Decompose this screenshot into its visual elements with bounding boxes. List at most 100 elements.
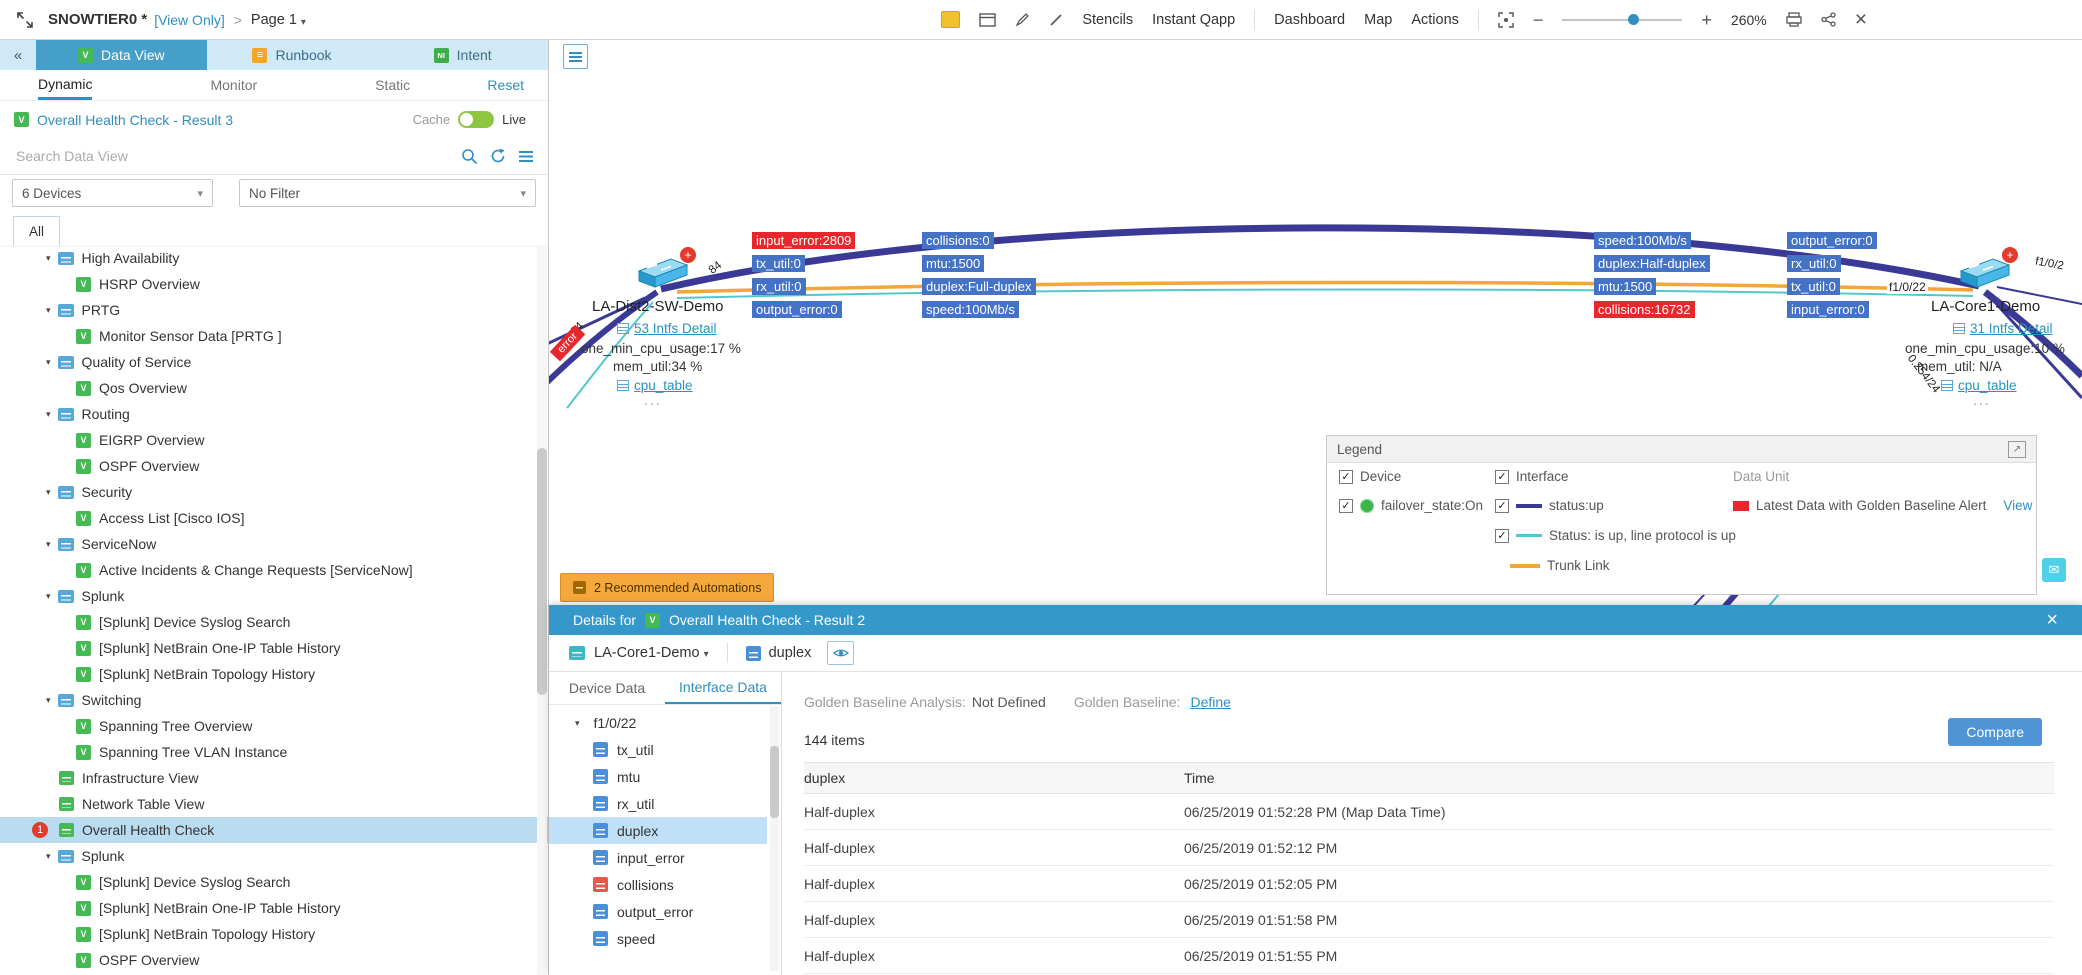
interface-variable[interactable]: mtu bbox=[549, 763, 767, 790]
checkbox-checked-icon[interactable] bbox=[1495, 529, 1509, 543]
tree-item[interactable]: Security bbox=[0, 479, 548, 505]
table-row[interactable]: Half-duplex06/25/2019 01:51:58 PM bbox=[804, 902, 2054, 938]
tree-item[interactable]: EIGRP Overview bbox=[0, 427, 548, 453]
interface-variable[interactable]: collisions bbox=[549, 871, 767, 898]
cpu-table-link[interactable]: cpu_table bbox=[617, 378, 693, 393]
zoom-out-button[interactable]: − bbox=[1533, 11, 1544, 29]
tab-interface-data[interactable]: Interface Data bbox=[665, 672, 781, 704]
interface-variable[interactable]: rx_util bbox=[549, 790, 767, 817]
checkbox-checked-icon[interactable] bbox=[1495, 470, 1509, 484]
subtab-monitor[interactable]: Monitor bbox=[210, 70, 257, 100]
expand-arrow-icon[interactable] bbox=[46, 409, 51, 420]
draw-line-icon[interactable] bbox=[1049, 13, 1063, 27]
tree-item[interactable]: Active Incidents & Change Requests [Serv… bbox=[0, 557, 548, 583]
link-data-label[interactable]: tx_util:0 bbox=[1787, 278, 1840, 295]
pencil-icon[interactable] bbox=[1015, 12, 1030, 27]
tree-item[interactable]: 1Overall Health Check bbox=[0, 817, 548, 843]
interface-port-label[interactable]: f1/0/22 bbox=[1887, 280, 1928, 294]
menu-map[interactable]: Map bbox=[1364, 12, 1392, 28]
more-options[interactable]: ... bbox=[1973, 392, 1991, 408]
legend-expand-icon[interactable] bbox=[2008, 441, 2026, 458]
interface-variable[interactable]: speed bbox=[549, 925, 767, 952]
zoom-in-button[interactable]: + bbox=[1701, 11, 1712, 29]
menu-stencils[interactable]: Stencils bbox=[1082, 12, 1133, 28]
link-data-label[interactable]: input_error:2809 bbox=[752, 232, 855, 249]
interface-variable[interactable]: tx_util bbox=[549, 736, 767, 763]
tab-runbook[interactable]: Runbook bbox=[207, 40, 378, 70]
expand-arrow-icon[interactable] bbox=[46, 253, 51, 264]
tree-item[interactable]: ServiceNow bbox=[0, 531, 548, 557]
link-data-label[interactable]: collisions:16732 bbox=[1594, 301, 1695, 318]
legend-status-up-item[interactable]: status:up bbox=[1495, 498, 1604, 513]
expand-arrow-icon[interactable] bbox=[46, 487, 51, 498]
tree-item[interactable]: [Splunk] NetBrain Topology History bbox=[0, 921, 548, 947]
devices-dropdown[interactable]: 6 Devices bbox=[12, 179, 213, 207]
subtab-static[interactable]: Static bbox=[375, 70, 410, 100]
link-data-label[interactable]: duplex:Half-duplex bbox=[1594, 255, 1710, 272]
tree-item[interactable]: [Splunk] Device Syslog Search bbox=[0, 869, 548, 895]
cpu-table-link[interactable]: cpu_table bbox=[1941, 378, 2017, 393]
tree-item[interactable]: High Availability bbox=[0, 245, 548, 271]
intfs-detail-link[interactable]: 31 Intfs Detail bbox=[1953, 321, 2053, 336]
tree-item[interactable]: Spanning Tree Overview bbox=[0, 713, 548, 739]
filter-dropdown[interactable]: No Filter bbox=[239, 179, 536, 207]
checkbox-checked-icon[interactable] bbox=[1495, 499, 1509, 513]
tree-item[interactable]: Qos Overview bbox=[0, 375, 548, 401]
link-data-label[interactable]: output_error:0 bbox=[752, 301, 842, 318]
search-input[interactable] bbox=[14, 147, 449, 165]
tree-item[interactable]: Access List [Cisco IOS] bbox=[0, 505, 548, 531]
link-data-label[interactable]: rx_util:0 bbox=[752, 278, 806, 295]
device-node-la-core1-demo[interactable]: + bbox=[1955, 253, 2013, 297]
share-icon[interactable] bbox=[1821, 12, 1836, 27]
table-row[interactable]: Half-duplex06/25/2019 01:52:05 PM bbox=[804, 866, 2054, 902]
link-status-up[interactable] bbox=[661, 228, 1979, 289]
refresh-icon[interactable] bbox=[490, 148, 506, 164]
link-data-label[interactable]: speed:100Mb/s bbox=[922, 301, 1019, 318]
page-caret-icon[interactable] bbox=[297, 12, 306, 28]
note-icon[interactable] bbox=[941, 11, 960, 28]
tree-item[interactable]: Quality of Service bbox=[0, 349, 548, 375]
collapse-sidebar-icon[interactable] bbox=[0, 40, 36, 70]
interface-group-row[interactable]: f1/0/22 bbox=[549, 710, 781, 736]
column-header-time[interactable]: Time bbox=[1184, 763, 2054, 794]
expand-arrow-icon[interactable] bbox=[46, 591, 51, 602]
legend-view-link[interactable]: View bbox=[2003, 498, 2032, 513]
cache-live-toggle[interactable] bbox=[458, 111, 494, 128]
menu-actions[interactable]: Actions bbox=[1411, 12, 1459, 28]
link-data-label[interactable]: duplex:Full-duplex bbox=[922, 278, 1036, 295]
expand-arrow-icon[interactable] bbox=[46, 539, 51, 550]
menu-dashboard[interactable]: Dashboard bbox=[1274, 12, 1345, 28]
intfs-detail-link[interactable]: 53 Intfs Detail bbox=[617, 321, 717, 336]
window-icon[interactable] bbox=[979, 13, 996, 27]
expand-arrow-icon[interactable] bbox=[46, 851, 51, 862]
checkbox-checked-icon[interactable] bbox=[1339, 499, 1353, 513]
recommended-automations-button[interactable]: 2 Recommended Automations bbox=[560, 573, 774, 602]
map-layers-button[interactable] bbox=[563, 44, 588, 69]
legend-device-checkbox[interactable]: Device bbox=[1339, 469, 1401, 484]
menu-list-icon[interactable] bbox=[518, 150, 534, 163]
table-row[interactable]: Half-duplex06/25/2019 01:51:55 PM bbox=[804, 938, 2054, 974]
link-data-label[interactable]: rx_util:0 bbox=[1787, 255, 1841, 272]
expand-arrow-icon[interactable] bbox=[46, 305, 51, 316]
interface-variable[interactable]: output_error bbox=[549, 898, 767, 925]
zoom-slider-handle[interactable] bbox=[1628, 14, 1639, 25]
tree-item[interactable]: Spanning Tree VLAN Instance bbox=[0, 739, 548, 765]
device-cpu-label[interactable]: one_min_cpu_usage:17 % bbox=[581, 341, 741, 356]
tree-item[interactable]: Routing bbox=[0, 401, 548, 427]
tree-item[interactable]: Network Table View bbox=[0, 791, 548, 817]
tab-intent[interactable]: Intent bbox=[377, 40, 548, 70]
tree-item[interactable]: Switching bbox=[0, 687, 548, 713]
sidebar-scrollbar-thumb[interactable] bbox=[537, 448, 547, 695]
zoom-slider[interactable] bbox=[1562, 19, 1682, 21]
device-selector-caret-icon[interactable] bbox=[700, 645, 709, 661]
tree-item[interactable]: HSRP Overview bbox=[0, 271, 548, 297]
close-details-icon[interactable] bbox=[2046, 610, 2058, 631]
reset-link[interactable]: Reset bbox=[487, 70, 524, 100]
subtab-dynamic[interactable]: Dynamic bbox=[38, 70, 92, 100]
link-data-label[interactable]: input_error:0 bbox=[1787, 301, 1869, 318]
link-data-label[interactable]: collisions:0 bbox=[922, 232, 994, 249]
tab-device-data[interactable]: Device Data bbox=[549, 672, 665, 704]
search-icon[interactable] bbox=[461, 148, 478, 165]
device-node-la-dist2-sw-demo[interactable]: + bbox=[633, 253, 691, 297]
device-cpu-label[interactable]: one_min_cpu_usage:10 % bbox=[1905, 341, 2065, 356]
